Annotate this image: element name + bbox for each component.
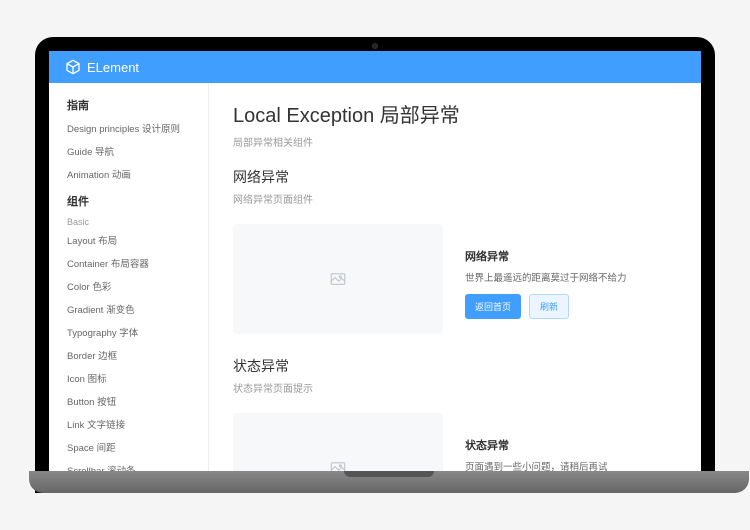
page-subtitle: 局部异常相关组件 [233,134,677,149]
top-bar: ELement [49,51,701,83]
logo-icon [65,59,81,75]
section-caption-status: 状态异常页面提示 [233,380,677,395]
sidebar-item-link[interactable]: Link 文字链接 [67,417,208,431]
example-status: 状态异常 页面遇到一些小问题，请稍后再试 返回首页 刷新 [233,413,677,471]
sidebar-item-border[interactable]: Border 边框 [67,348,208,362]
sidebar-item-gradient[interactable]: Gradient 渐变色 [67,302,208,316]
example-title: 网络异常 [465,248,627,264]
sidebar-item-color[interactable]: Color 色彩 [67,279,208,293]
sidebar-item-typography[interactable]: Typography 字体 [67,325,208,339]
sidebar-item-animation[interactable]: Animation 动画 [67,167,208,181]
sidebar-item-guide[interactable]: Guide 导航 [67,144,208,158]
image-placeholder-icon [329,459,347,471]
sidebar-item-layout[interactable]: Layout 布局 [67,233,208,247]
sidebar-item-icon[interactable]: Icon 图标 [67,371,208,385]
sidebar-item-container[interactable]: Container 布局容器 [67,256,208,270]
sidebar-item-space[interactable]: Space 间距 [67,440,208,454]
sidebar-item-design[interactable]: Design principles 设计原则 [67,121,208,135]
back-home-button[interactable]: 返回首页 [465,294,521,319]
sidebar-group-components: 组件 [67,193,208,209]
example-desc: 页面遇到一些小问题，请稍后再试 [465,459,608,471]
section-heading-network: 网络异常 [233,167,677,187]
section-heading-status: 状态异常 [233,356,677,376]
sidebar-item-button[interactable]: Button 按钮 [67,394,208,408]
sidebar-item-scrollbar[interactable]: Scrollbar 滚动条 [67,463,208,471]
example-desc: 世界上最遥远的距离莫过于网络不给力 [465,270,627,284]
example-title: 状态异常 [465,437,608,453]
placeholder-thumbnail [233,413,443,471]
brand-name: ELement [87,60,139,75]
page-title: Local Exception 局部异常 [233,99,677,128]
refresh-button[interactable]: 刷新 [529,294,569,319]
sidebar-sub-basic: Basic [67,217,208,227]
content-area: Local Exception 局部异常 局部异常相关组件 网络异常 网络异常页… [209,83,701,471]
example-network: 网络异常 世界上最遥远的距离莫过于网络不给力 返回首页 刷新 [233,224,677,334]
placeholder-thumbnail [233,224,443,334]
sidebar: 指南 Design principles 设计原则 Guide 导航 Anima… [49,83,209,471]
section-caption-network: 网络异常页面组件 [233,191,677,206]
image-placeholder-icon [329,270,347,288]
sidebar-group-guide: 指南 [67,97,208,113]
